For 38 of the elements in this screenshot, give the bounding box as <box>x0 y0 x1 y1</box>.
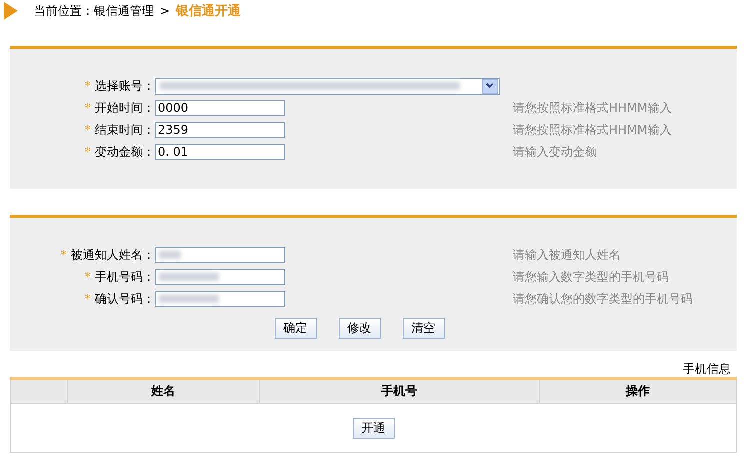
field-hint: 请您按照标准格式HHMM输入 <box>512 122 673 138</box>
field-hint: 请您确认您的数字类型的手机号码 <box>512 290 694 308</box>
field-label: * 结束时间： <box>84 122 155 138</box>
form-button[interactable]: 修改 <box>338 318 380 339</box>
required-mark: * <box>85 100 91 114</box>
input-field[interactable] <box>155 291 285 307</box>
input-field[interactable]: 0. 01 <box>155 144 285 160</box>
required-mark: * <box>85 292 91 306</box>
column-header: 操作 <box>540 378 736 404</box>
input-field[interactable] <box>155 247 285 263</box>
field-label: * 选择账号： <box>84 78 155 94</box>
required-mark: * <box>85 144 91 158</box>
field-hint: 请您按照标准格式HHMM输入 <box>512 100 673 116</box>
field-hint: 请输入变动金额 <box>512 144 598 160</box>
field-label: * 手机号码： <box>84 268 155 286</box>
triangle-icon <box>4 2 18 20</box>
required-mark: * <box>85 122 91 136</box>
required-mark: * <box>85 78 91 92</box>
breadcrumb-separator: > <box>160 4 170 18</box>
breadcrumb-path: 当前位置：银信通管理 <box>34 2 154 20</box>
column-header: 手机号 <box>259 378 540 404</box>
field-label: * 被通知人姓名： <box>60 246 155 264</box>
breadcrumb-current: 银信通开通 <box>176 3 242 20</box>
input-field[interactable]: 0000 <box>155 100 285 116</box>
field-label: * 开始时间： <box>84 100 155 116</box>
required-mark: * <box>61 248 67 262</box>
field-hint: 请您输入数字类型的手机号码 <box>512 268 670 286</box>
input-field[interactable] <box>155 269 285 285</box>
activate-button[interactable]: 开通 <box>352 418 394 438</box>
field-label: * 变动金额： <box>84 144 155 160</box>
input-field[interactable]: 2359 <box>155 122 285 138</box>
form-button[interactable]: 确定 <box>274 318 316 339</box>
field-hint: 请输入被通知人姓名 <box>512 246 622 264</box>
field-label: * 确认号码： <box>84 290 155 308</box>
required-mark: * <box>85 270 91 284</box>
column-header: 姓名 <box>67 378 260 404</box>
table-caption: 手机信息 <box>683 362 731 376</box>
form-button[interactable]: 清空 <box>402 318 444 339</box>
